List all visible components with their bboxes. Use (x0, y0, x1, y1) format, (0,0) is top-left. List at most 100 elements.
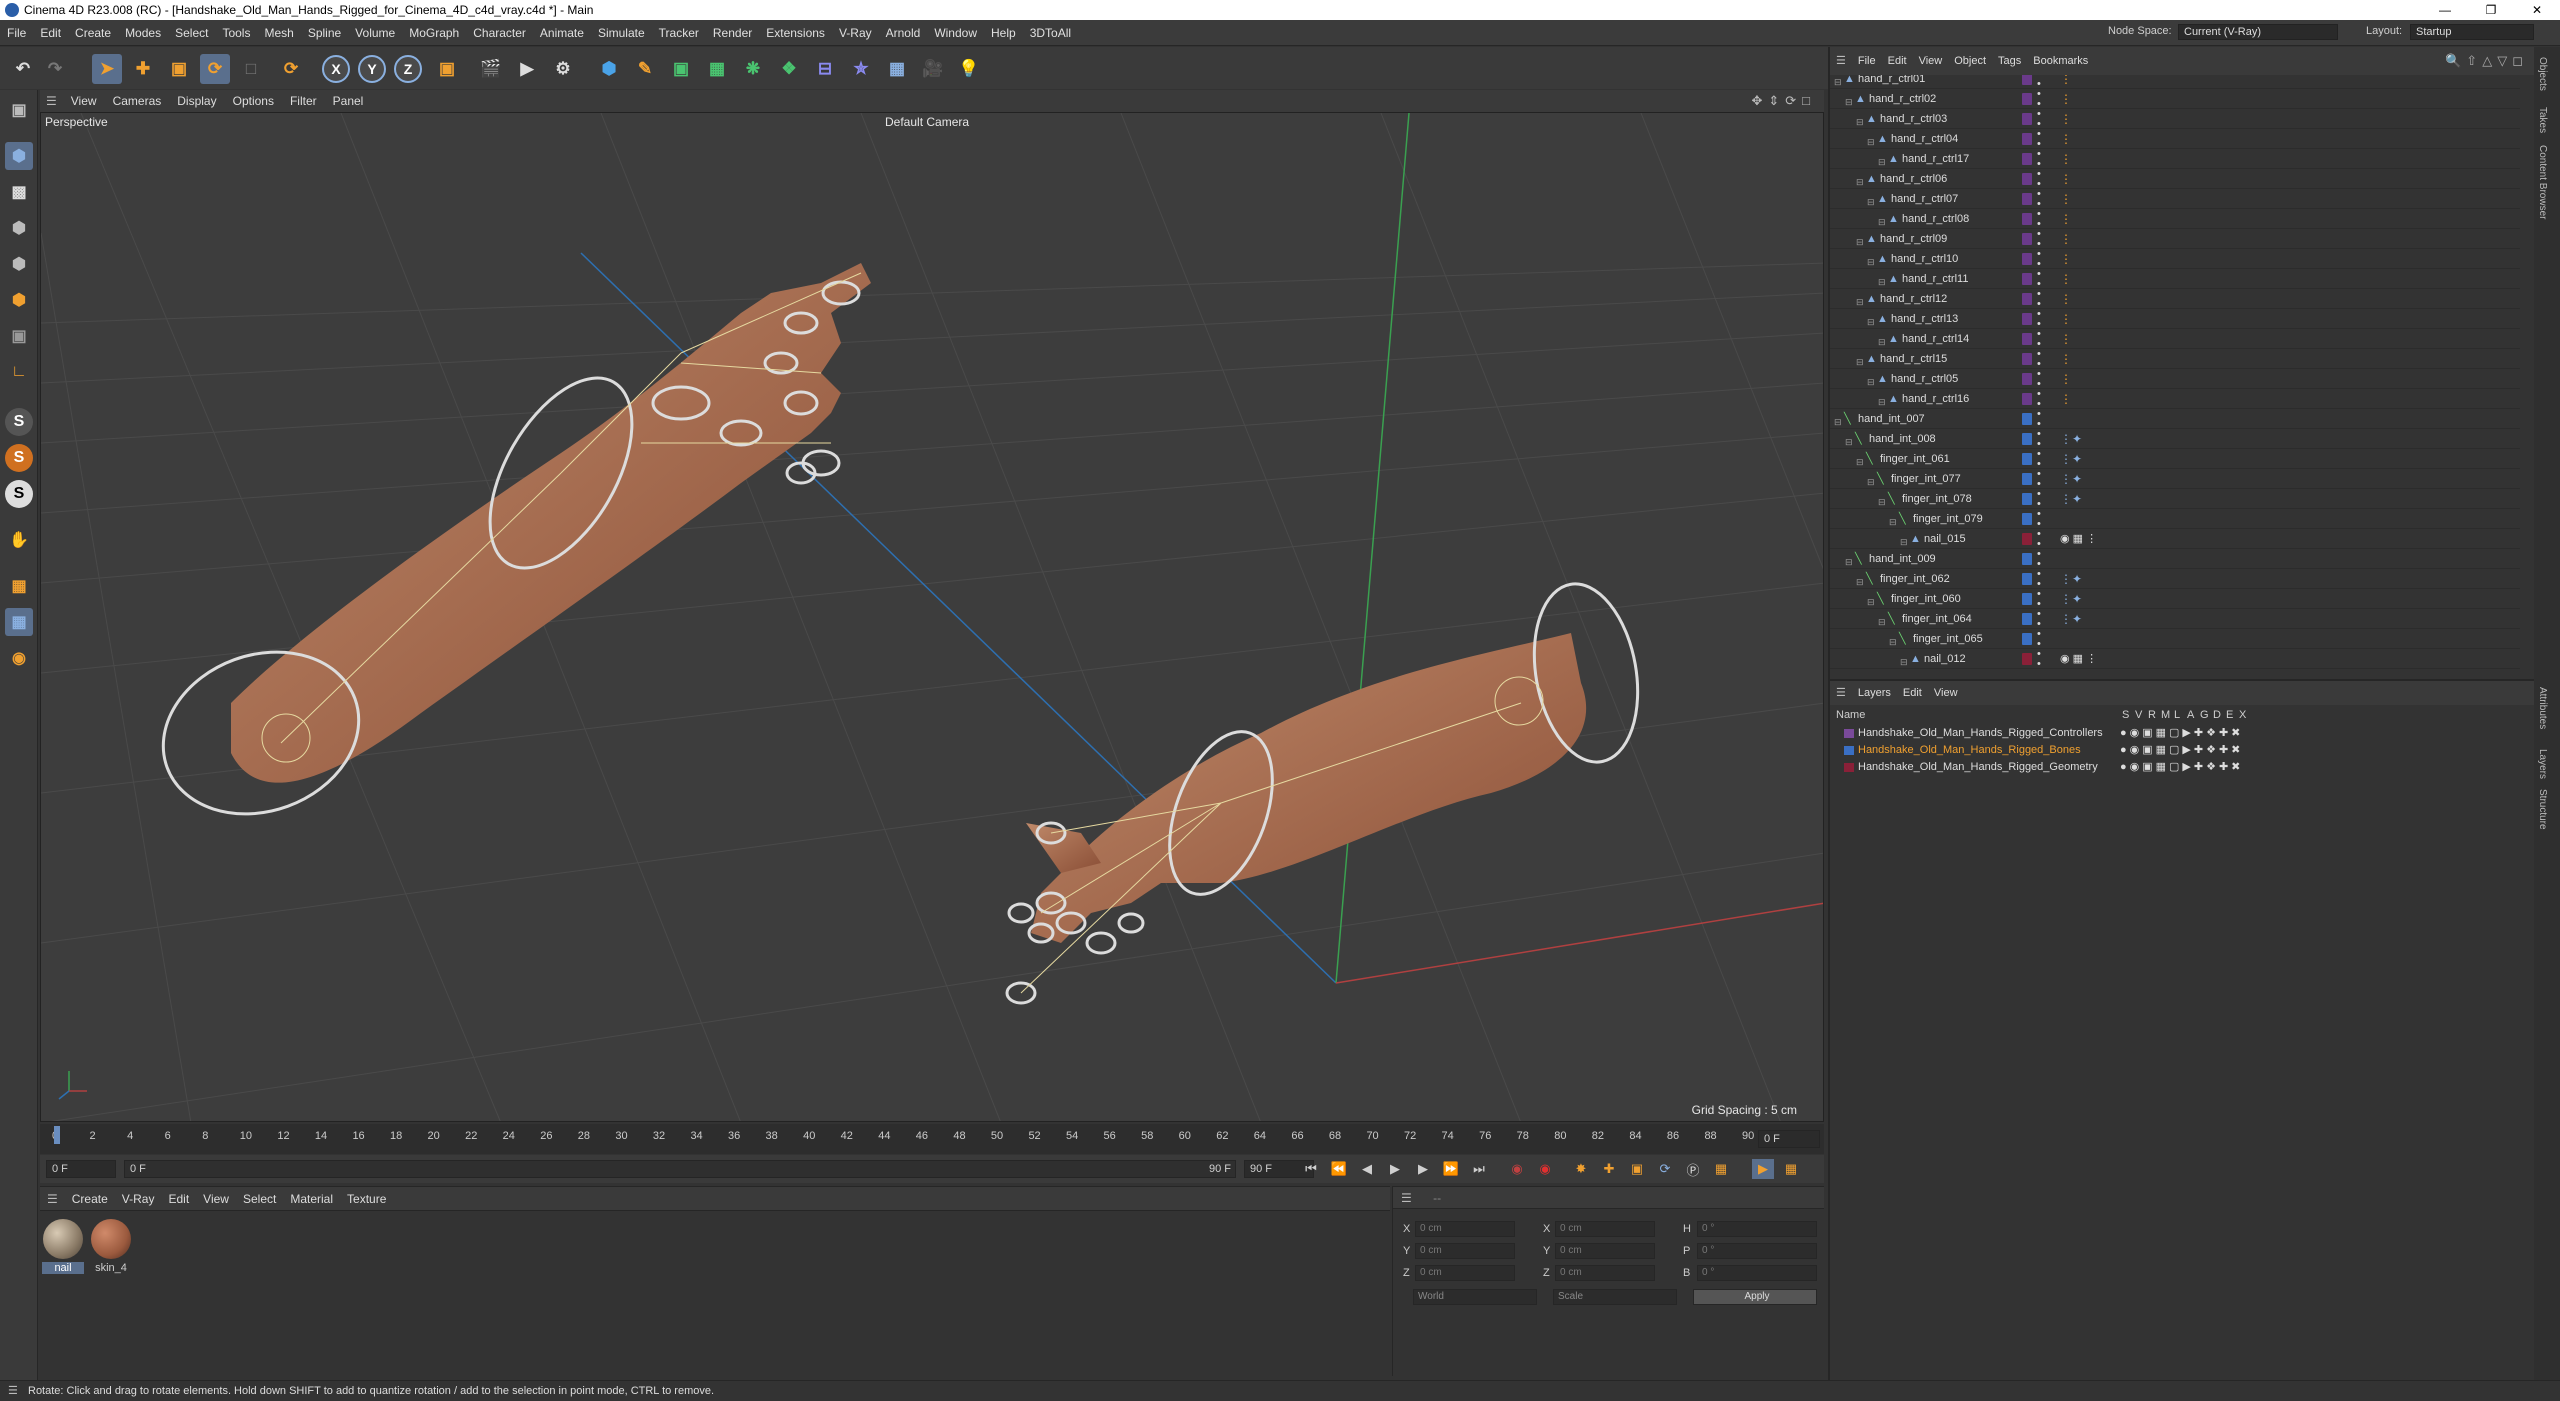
layer-menu-view[interactable]: View (1928, 681, 1964, 705)
layer-color-chip[interactable] (2022, 293, 2032, 305)
menu-render[interactable]: Render (706, 20, 759, 46)
visibility-dots-icon[interactable]: •• (2037, 529, 2041, 550)
tab-content-browser[interactable]: Content Browser (2537, 145, 2548, 219)
key-position-icon[interactable]: ✚ (1598, 1159, 1620, 1179)
menu-mograph[interactable]: MoGraph (402, 20, 466, 46)
make-editable-icon[interactable]: ▣ (5, 96, 33, 124)
layer-row[interactable]: Handshake_Old_Man_Hands_Rigged_Bones ●◉▣▦… (1830, 742, 2530, 759)
expand-toggle-icon[interactable]: ⊟ (1878, 272, 1886, 287)
play-icon[interactable]: ▶ (1384, 1159, 1406, 1179)
expand-toggle-icon[interactable]: ⊟ (1867, 132, 1875, 147)
visibility-dots-icon[interactable]: •• (2037, 109, 2041, 130)
go-to-end-icon[interactable]: ⏭ (1468, 1159, 1490, 1179)
object-row[interactable]: ⊟ ╲ finger_int_061 • • ⋮✦ (1830, 449, 2520, 470)
menu-animate[interactable]: Animate (533, 20, 591, 46)
vp-menu-options[interactable]: Options (225, 90, 282, 112)
layer-color-chip[interactable] (2022, 653, 2032, 665)
step-forward-icon[interactable]: ▶ (1412, 1159, 1434, 1179)
ik-tag-icon[interactable]: ⋮✦ (2060, 471, 2082, 487)
workplane-icon[interactable]: ▦ (5, 572, 33, 600)
hamburger-icon[interactable]: ☰ (40, 90, 63, 112)
object-row[interactable]: ⊟ ▲ hand_r_ctrl03 • • ⋮ (1830, 109, 2520, 130)
layer-color-chip[interactable] (2022, 433, 2032, 445)
expand-toggle-icon[interactable]: ⊟ (1889, 512, 1897, 527)
expand-toggle-icon[interactable]: ⊟ (1889, 632, 1897, 647)
layer-flags-icons[interactable]: ●◉▣▦▢▶✚❖✚✖ (2120, 725, 2243, 742)
material-tag-icon[interactable]: ◉ ▦ ⋮ (2060, 531, 2097, 547)
menu-file[interactable]: File (0, 20, 33, 46)
coordinate-system-icon[interactable]: ▣ (432, 54, 462, 84)
timeline-ruler[interactable]: 0246810121416182022242628303234363840424… (40, 1124, 1824, 1154)
coords-hamburger-icon[interactable]: ☰ (1401, 1191, 1412, 1205)
constraint-tag-icon[interactable]: ⋮ (2060, 191, 2072, 207)
object-row[interactable]: ⊟ ▲ hand_r_ctrl13 • • ⋮ (1830, 309, 2520, 330)
layout-select[interactable]: Startup (2410, 24, 2534, 40)
record-icon[interactable]: ◉ (1506, 1159, 1528, 1179)
deformer-icon[interactable]: ⊟ (810, 54, 840, 84)
layer-color-swatch[interactable] (1844, 763, 1854, 772)
key-pla-icon[interactable]: ▦ (1710, 1159, 1732, 1179)
tab-attributes[interactable]: Attributes (2537, 687, 2548, 729)
menu-select[interactable]: Select (168, 20, 215, 46)
ik-tag-icon[interactable]: ⋮✦ (2060, 611, 2082, 627)
pos-y-field[interactable]: 0 cm (1415, 1243, 1515, 1259)
obj-menu-bookmarks[interactable]: Bookmarks (2027, 47, 2094, 75)
visibility-dots-icon[interactable]: •• (2037, 549, 2041, 570)
key-scale-icon[interactable]: ▣ (1626, 1159, 1648, 1179)
visibility-dots-icon[interactable]: •• (2037, 189, 2041, 210)
rot-p-field[interactable]: 0 ° (1697, 1243, 1817, 1259)
object-manager-tools-icons[interactable]: 🔍⇧△▽◻ (2445, 53, 2528, 69)
expand-toggle-icon[interactable]: ⊟ (1867, 192, 1875, 207)
visibility-dots-icon[interactable]: •• (2037, 369, 2041, 390)
autokey-icon[interactable]: ◉ (1534, 1159, 1556, 1179)
constraint-tag-icon[interactable]: ⋮ (2060, 171, 2072, 187)
visibility-dots-icon[interactable]: •• (2037, 209, 2041, 230)
layer-color-chip[interactable] (2022, 473, 2032, 485)
layer-color-chip[interactable] (2022, 393, 2032, 405)
render-region-icon[interactable]: 🎬 (476, 54, 506, 84)
layer-color-chip[interactable] (2022, 133, 2032, 145)
tab-structure[interactable]: Structure (2537, 789, 2548, 830)
z-axis-lock-icon[interactable]: Z (394, 55, 422, 83)
object-row[interactable]: ⊟ ▲ hand_r_ctrl02 • • ⋮ (1830, 89, 2520, 110)
obj-menu-tags[interactable]: Tags (1992, 47, 2027, 75)
constraint-tag-icon[interactable]: ⋮ (2060, 111, 2072, 127)
visibility-dots-icon[interactable]: •• (2037, 249, 2041, 270)
points-mode-icon[interactable]: ⬢ (5, 214, 33, 242)
x-axis-lock-icon[interactable]: X (322, 55, 350, 83)
mat-menu-create[interactable]: Create (65, 1187, 115, 1211)
camera-icon[interactable]: 🎥 (918, 54, 948, 84)
extrude-icon[interactable]: ▦ (702, 54, 732, 84)
material-tag-icon[interactable]: ◉ ▦ ⋮ (2060, 651, 2097, 667)
obj-menu-view[interactable]: View (1913, 47, 1949, 75)
vp-menu-display[interactable]: Display (169, 90, 224, 112)
model-mode-icon[interactable]: ⬢ (5, 142, 33, 170)
constraint-tag-icon[interactable]: ⋮ (2060, 91, 2072, 107)
expand-toggle-icon[interactable]: ⊟ (1834, 75, 1842, 87)
playhead[interactable] (54, 1126, 60, 1144)
visibility-dots-icon[interactable]: •• (2037, 129, 2041, 150)
visibility-dots-icon[interactable]: •• (2037, 629, 2041, 650)
pos-x-field[interactable]: 0 cm (1415, 1221, 1515, 1237)
object-row[interactable]: ⊟ ▲ hand_r_ctrl08 • • ⋮ (1830, 209, 2520, 230)
recent-tool-icon[interactable]: ⟳ (276, 54, 306, 84)
layer-color-chip[interactable] (2022, 75, 2032, 85)
light-icon[interactable]: 💡 (954, 54, 984, 84)
visibility-dots-icon[interactable]: •• (2037, 389, 2041, 410)
object-row[interactable]: ⊟ ╲ finger_int_077 • • ⋮✦ (1830, 469, 2520, 490)
next-key-icon[interactable]: ⏩ (1440, 1159, 1462, 1179)
visibility-dots-icon[interactable]: •• (2037, 229, 2041, 250)
visibility-dots-icon[interactable]: •• (2037, 589, 2041, 610)
expand-toggle-icon[interactable]: ⊟ (1867, 312, 1875, 327)
redo-icon[interactable]: ↷ (40, 54, 70, 84)
visibility-dots-icon[interactable]: •• (2037, 269, 2041, 290)
menu-help[interactable]: Help (984, 20, 1023, 46)
layer-color-chip[interactable] (2022, 313, 2032, 325)
layer-color-swatch[interactable] (1844, 729, 1854, 738)
size-z-field[interactable]: 0 cm (1555, 1265, 1655, 1281)
layer-color-chip[interactable] (2022, 453, 2032, 465)
expand-toggle-icon[interactable]: ⊟ (1856, 352, 1864, 367)
constraint-tag-icon[interactable]: ⋮ (2060, 291, 2072, 307)
layer-color-chip[interactable] (2022, 233, 2032, 245)
constraint-tag-icon[interactable]: ⋮ (2060, 251, 2072, 267)
